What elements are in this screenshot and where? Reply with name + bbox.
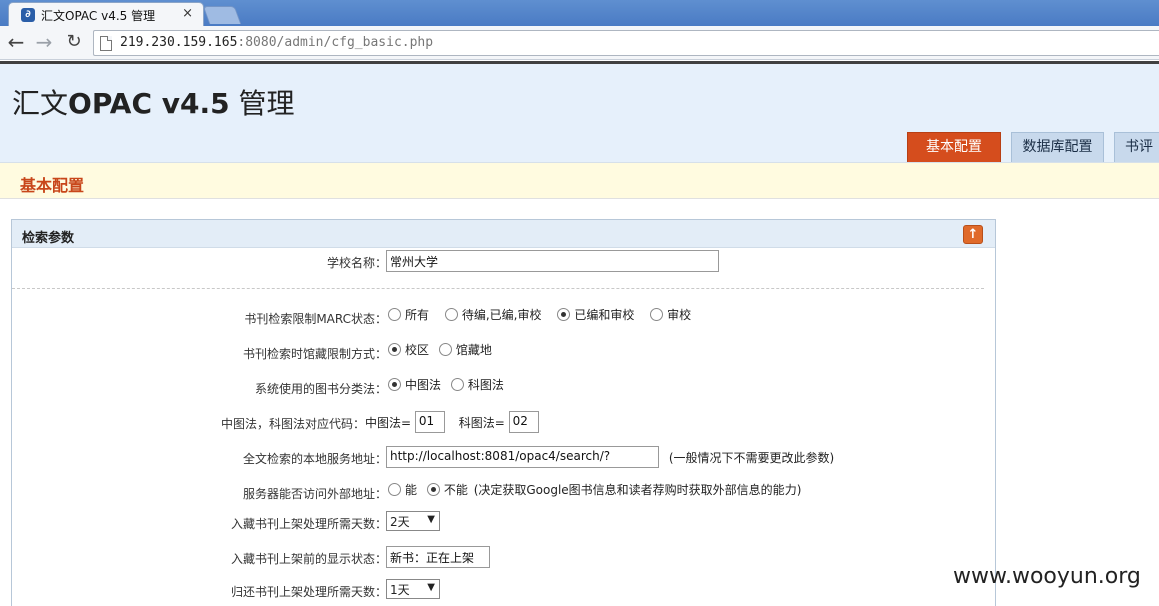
location-radio-collection[interactable] [438, 343, 452, 356]
external-row: 服务器能否访问外部地址： 能 不能 (决定获取Google图书信息和读者荐购时获… [12, 480, 995, 504]
location-option-campus: 校区 [405, 343, 430, 357]
return-days-value: 1天 [390, 583, 410, 597]
return-days-row: 归还书刊上架处理所需天数： 1天 ▼ [12, 578, 995, 602]
codes-row: 中图法，科图法对应代码： 中图法= 01 科图法= 02 [12, 410, 995, 434]
school-name-input[interactable]: 常州大学 [386, 250, 719, 272]
tab-basic-config[interactable]: 基本配置 [907, 132, 1001, 163]
browser-tabstrip: ∂ 汇文OPAC v4.5 管理 × [0, 0, 1159, 26]
fulltext-label: 全文检索的本地服务地址： [242, 452, 387, 466]
classification-option-zt: 中图法 [405, 378, 442, 392]
dropdown-arrow-icon: ▼ [427, 582, 435, 593]
new-tab-button[interactable] [202, 6, 242, 24]
marc-option-review: 审校 [667, 308, 692, 322]
url-host: 219.230.159.165 [120, 35, 238, 50]
browser-toolbar: ← → ↻ 219.230.159.165:8080/admin/cfg_bas… [0, 26, 1159, 60]
location-option-collection: 馆藏地 [455, 343, 492, 357]
search-params-panel: 检索参数 ↑ 学校名称： 常州大学 书刊检索限制MARC状态： 所有 待编,已编… [11, 219, 996, 606]
close-tab-icon[interactable]: × [182, 6, 193, 21]
marc-option-all: 所有 [405, 308, 430, 322]
external-option-no: 不能 [443, 483, 468, 497]
classification-row: 系统使用的图书分类法： 中图法 科图法 [12, 375, 995, 399]
kt-code-label: 科图法= [458, 415, 505, 430]
tab-book-review[interactable]: 书评 [1114, 132, 1159, 163]
page-icon [100, 36, 112, 51]
panel-title: 检索参数 [22, 231, 75, 246]
shelving-days-row: 入藏书刊上架处理所需天数： 2天 ▼ [12, 510, 995, 534]
back-arrow-icon[interactable]: ← [4, 31, 28, 55]
browser-tab[interactable]: ∂ 汇文OPAC v4.5 管理 × [8, 2, 204, 26]
location-radio-campus[interactable] [388, 343, 401, 356]
classification-label: 系统使用的图书分类法： [254, 382, 387, 396]
forward-arrow-icon[interactable]: → [32, 31, 56, 55]
tab-database-config[interactable]: 数据库配置 [1011, 132, 1104, 163]
kt-code-input[interactable]: 02 [508, 411, 539, 433]
shelving-days-value: 2天 [390, 515, 410, 529]
reload-icon[interactable]: ↻ [62, 31, 86, 55]
zt-code-label: 中图法= [365, 415, 412, 430]
codes-label: 中图法，科图法对应代码： [220, 417, 365, 431]
divider [12, 288, 984, 289]
location-row: 书刊检索时馆藏限制方式： 校区 馆藏地 [12, 340, 995, 364]
section-title: 基本配置 [20, 176, 85, 195]
site-title: 汇文OPAC v4.5 管理 [12, 82, 295, 122]
shelving-days-label: 入藏书刊上架处理所需天数： [230, 517, 387, 531]
school-row: 学校名称： 常州大学 [12, 249, 995, 273]
shelving-status-label: 入藏书刊上架前的显示状态： [230, 552, 387, 566]
classification-option-kt: 科图法 [467, 378, 504, 392]
section-bar: 基本配置 [0, 162, 1159, 199]
zt-code-input[interactable]: 01 [414, 411, 445, 433]
fulltext-url-input[interactable]: http://localhost:8081/opac4/search/? [386, 446, 659, 468]
marc-radio-all[interactable] [388, 308, 401, 321]
site-title-prefix: 汇文 [12, 87, 69, 120]
site-title-version: OPAC v4.5 [68, 87, 230, 120]
shelving-status-row: 入藏书刊上架前的显示状态： 新书：正在上架 [12, 545, 995, 569]
page-header: 汇文OPAC v4.5 管理 基本配置 数据库配置 书评 [0, 61, 1159, 163]
classification-radio-kt[interactable] [450, 378, 464, 391]
external-option-yes: 能 [405, 483, 418, 497]
site-title-suffix: 管理 [229, 87, 295, 120]
browser-tab-title: 汇文OPAC v4.5 管理 [41, 9, 156, 23]
shelving-status-input[interactable]: 新书：正在上架 [386, 546, 490, 568]
marc-radio-cataloged[interactable] [557, 308, 571, 321]
address-bar[interactable]: 219.230.159.165:8080/admin/cfg_basic.php [93, 30, 1159, 56]
location-label: 书刊检索时馆藏限制方式： [242, 347, 387, 361]
panel-header: 检索参数 ↑ [12, 220, 995, 248]
fulltext-row: 全文检索的本地服务地址： http://localhost:8081/opac4… [12, 445, 995, 469]
external-radio-no[interactable] [426, 483, 440, 496]
external-hint: (决定获取Google图书信息和读者荐购时获取外部信息的能力) [473, 483, 802, 497]
marc-option-cataloged: 已编和审校 [574, 308, 635, 322]
external-radio-yes[interactable] [388, 483, 401, 496]
dropdown-arrow-icon: ▼ [427, 514, 435, 525]
marc-option-pending: 待编,已编,审校 [461, 308, 542, 322]
marc-radio-review[interactable] [650, 308, 664, 321]
external-label: 服务器能否访问外部地址： [242, 487, 387, 501]
marc-radio-pending[interactable] [444, 308, 458, 321]
shelving-days-select[interactable]: 2天 ▼ [386, 511, 440, 531]
fulltext-hint: (一般情况下不需要更改此参数) [668, 450, 835, 465]
url-text: 219.230.159.165:8080/admin/cfg_basic.php [120, 35, 433, 50]
school-label: 学校名称： [326, 256, 387, 270]
marc-label: 书刊检索限制MARC状态： [244, 312, 387, 326]
return-days-select[interactable]: 1天 ▼ [386, 579, 440, 599]
classification-radio-zt[interactable] [388, 378, 401, 391]
site-favicon-icon: ∂ [21, 8, 35, 22]
watermark: www.wooyun.org [953, 564, 1141, 589]
collapse-arrow-icon[interactable]: ↑ [963, 225, 983, 244]
return-days-label: 归还书刊上架处理所需天数： [230, 585, 387, 599]
url-path: :8080/admin/cfg_basic.php [237, 35, 434, 50]
marc-row: 书刊检索限制MARC状态： 所有 待编,已编,审校 已编和审校 审校 [12, 305, 995, 329]
